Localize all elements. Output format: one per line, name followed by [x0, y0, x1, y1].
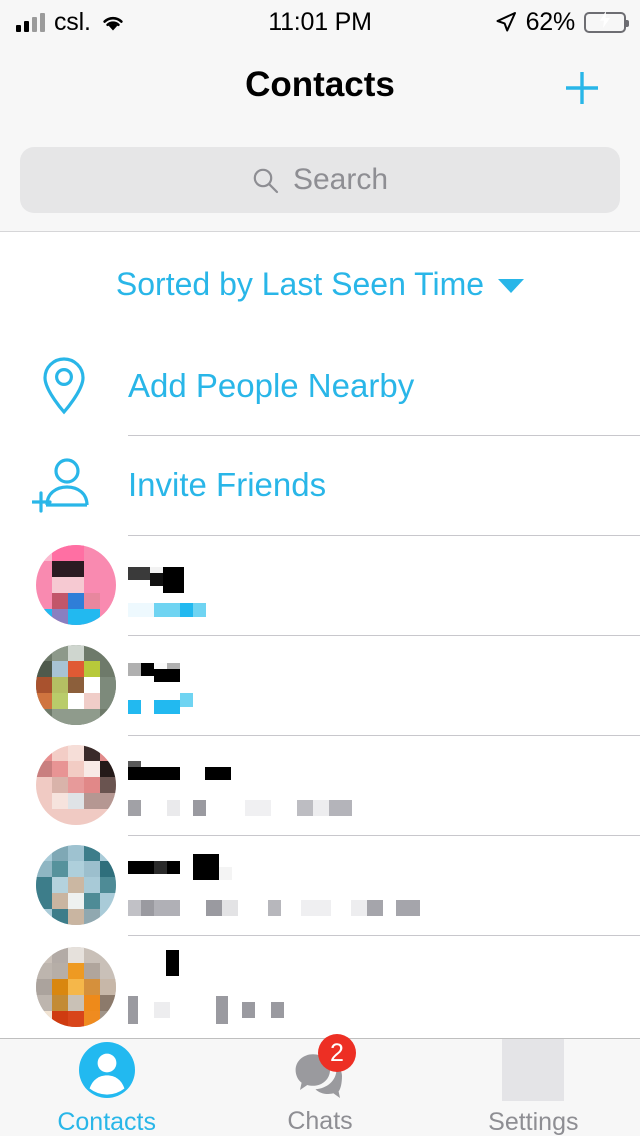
avatar: [36, 845, 116, 925]
avatar: [36, 946, 116, 1027]
contact-status-redacted: [128, 900, 420, 916]
contact-status-redacted: [128, 800, 352, 816]
plus-icon: [560, 66, 604, 115]
tab-contacts[interactable]: Contacts: [0, 1039, 213, 1136]
contact-status-redacted: [128, 602, 206, 617]
avatar: [36, 745, 116, 825]
chevron-down-icon: [498, 279, 525, 293]
search-icon: [252, 167, 279, 194]
search-placeholder: Search: [292, 163, 389, 196]
tab-settings-label: Settings: [488, 1107, 579, 1136]
search-input[interactable]: Search: [20, 147, 620, 213]
contact-text: [128, 754, 352, 816]
contact-row[interactable]: [0, 835, 640, 935]
location-pin-icon: [0, 354, 128, 418]
tab-chats-label: Chats: [287, 1107, 353, 1135]
contact-row[interactable]: [0, 735, 640, 835]
contact-row[interactable]: [0, 535, 640, 635]
invite-friends-label: Invite Friends: [128, 466, 327, 503]
sort-selector[interactable]: Sorted by Last Seen Time: [0, 232, 640, 336]
add-contact-button[interactable]: [554, 62, 610, 118]
contact-name-redacted: [128, 656, 193, 682]
location-arrow-icon: [495, 11, 517, 33]
contacts-screen: csl. 11:01 PM 62% Contacts Search Sorted…: [0, 0, 640, 1136]
contact-name-redacted: [128, 854, 420, 880]
tab-contacts-label: Contacts: [57, 1107, 156, 1136]
avatar: [36, 545, 116, 625]
clock-label: 11:01 PM: [268, 7, 372, 36]
chats-badge: 2: [317, 1034, 356, 1072]
contact-row[interactable]: [0, 935, 640, 1038]
contact-row[interactable]: [0, 635, 640, 735]
tab-settings[interactable]: Settings: [427, 1038, 640, 1136]
add-people-nearby-row[interactable]: Add People Nearby: [0, 336, 640, 436]
add-people-nearby-label: Add People Nearby: [128, 367, 415, 404]
contact-name-redacted: [128, 949, 284, 976]
person-circle-icon: [75, 1039, 139, 1101]
contact-text: [128, 854, 420, 916]
invite-friends-row[interactable]: Invite Friends: [0, 435, 640, 535]
contact-text: [128, 554, 206, 617]
contact-text: [128, 656, 193, 714]
tab-chats[interactable]: 2 Chats: [213, 1034, 426, 1136]
avatar: [36, 645, 116, 725]
tab-bar: Contacts 2 Chats Settings: [0, 1034, 640, 1136]
person-add-icon: [0, 455, 128, 515]
page-title: Contacts: [245, 65, 395, 104]
contact-status-redacted: [128, 693, 193, 714]
nav-header: Contacts Search: [0, 44, 640, 232]
chat-bubbles-icon: 2: [288, 1034, 356, 1100]
status-bar-right: 62%: [495, 7, 629, 37]
contact-text: [128, 949, 284, 1024]
contact-name-redacted: [128, 754, 352, 780]
settings-placeholder-icon: [501, 1038, 565, 1101]
contact-status-redacted: [128, 995, 284, 1024]
contact-name-redacted: [128, 554, 206, 593]
battery-charging-icon: [584, 11, 629, 33]
status-bar: csl. 11:01 PM 62%: [0, 0, 640, 44]
battery-percent-label: 62%: [525, 7, 576, 36]
sort-label: Sorted by Last Seen Time: [115, 265, 485, 302]
